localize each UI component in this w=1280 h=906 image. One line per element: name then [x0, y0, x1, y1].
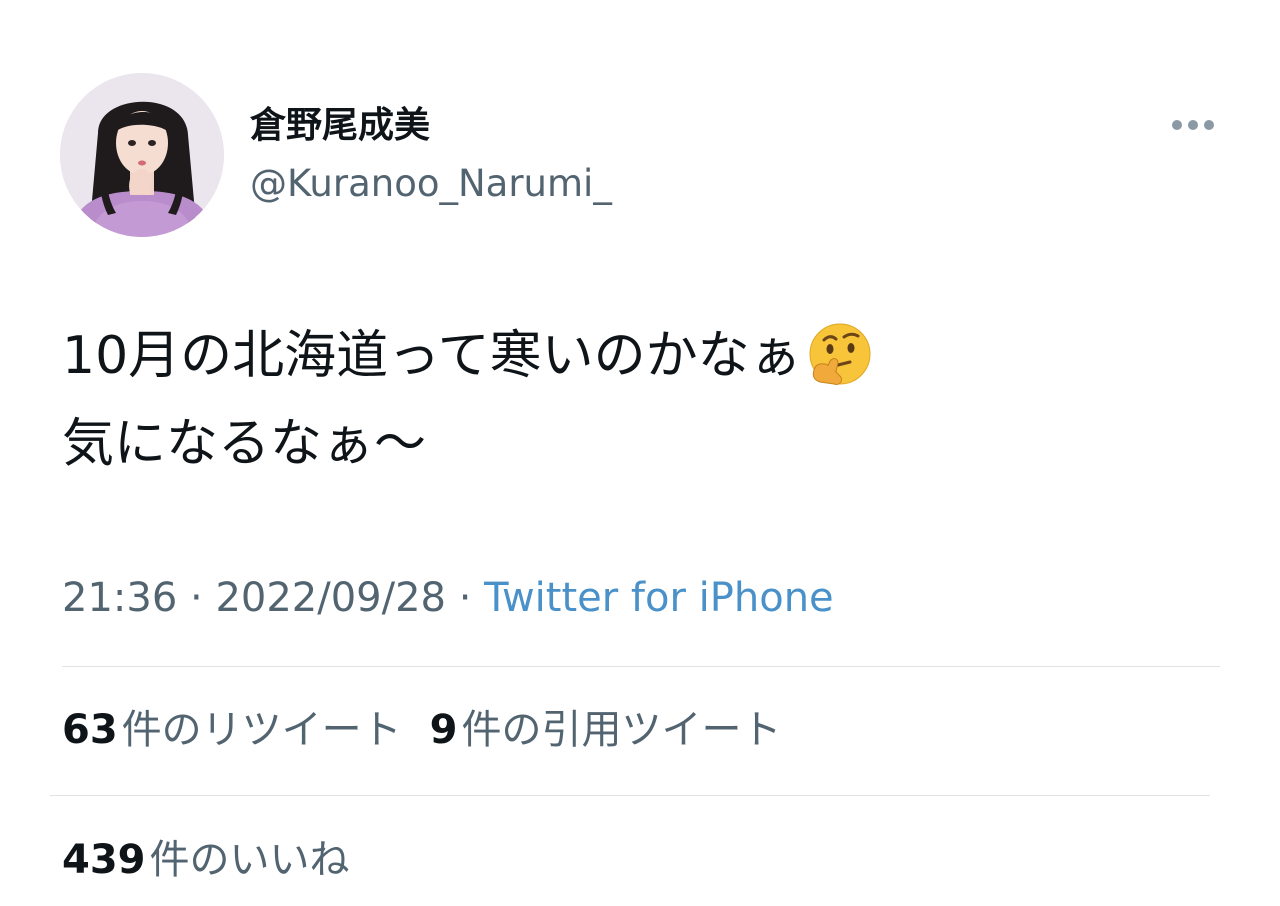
thinking-face-emoji-icon	[806, 322, 874, 390]
tweet-text-line-2-text: 気になるなぁ〜	[62, 414, 427, 474]
retweets-label: 件のリツイート	[121, 707, 402, 753]
tweet-source-link[interactable]: Twitter for iPhone	[484, 575, 834, 621]
author-display-name[interactable]: 倉野尾成美	[250, 104, 430, 148]
tweet-text-line-2: 気になるなぁ〜	[62, 400, 1212, 488]
tweet-date: 2022/09/28	[215, 575, 446, 621]
meta-separator: ·	[445, 575, 485, 621]
likes-stats-row: 439 件のいいね	[62, 834, 350, 886]
tweet-text-line-1: 10月の北海道って寒いのかなぁ	[62, 312, 1212, 400]
avatar[interactable]	[60, 73, 224, 237]
retweets-count: 63	[62, 707, 118, 753]
engagement-stats-row: 63 件のリツイート 9 件の引用ツイート	[62, 704, 782, 756]
tweet-text: 10月の北海道って寒いのかなぁ 気になるなぁ〜	[62, 312, 1212, 488]
quote-tweets-label: 件の引用ツイート	[461, 707, 782, 753]
profile-photo-icon	[60, 73, 224, 237]
tweet-detail: 倉野尾成美 @Kuranoo_Narumi_ 10月の北海道って寒いのかなぁ 気…	[0, 0, 1280, 906]
tweet-time: 21:36	[62, 575, 178, 621]
likes-label: 件のいいね	[149, 837, 350, 883]
quote-tweets-stat[interactable]: 9 件の引用ツイート	[430, 704, 782, 756]
tweet-meta: 21:36 · 2022/09/28 · Twitter for iPhone	[62, 572, 834, 624]
ellipsis-icon	[1172, 120, 1214, 130]
retweets-stat[interactable]: 63 件のリツイート	[62, 704, 402, 756]
divider	[50, 795, 1210, 796]
meta-separator: ·	[177, 575, 216, 621]
divider	[62, 666, 1220, 667]
likes-count: 439	[62, 837, 146, 883]
tweet-text-line-1-text: 10月の北海道って寒いのかなぁ	[62, 326, 802, 386]
likes-stat[interactable]: 439 件のいいね	[62, 834, 350, 886]
author-handle[interactable]: @Kuranoo_Narumi_	[250, 160, 612, 208]
quote-tweets-count: 9	[429, 707, 458, 753]
more-options-button[interactable]	[1166, 108, 1220, 142]
